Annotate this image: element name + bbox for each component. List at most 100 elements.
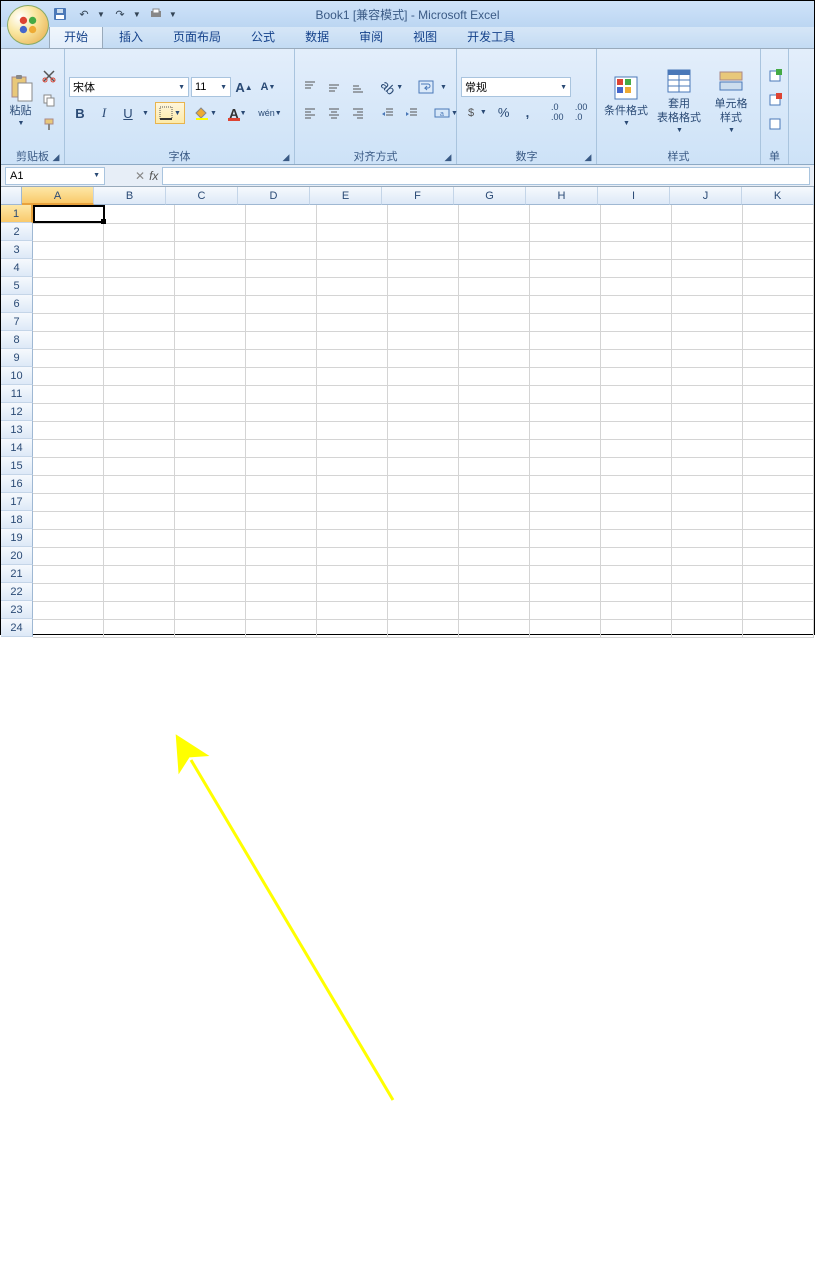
cell[interactable] <box>175 547 246 565</box>
cell[interactable] <box>317 403 388 421</box>
number-launcher[interactable]: ◢ <box>582 151 594 163</box>
cell[interactable] <box>459 277 530 295</box>
cell[interactable] <box>459 601 530 619</box>
cell[interactable] <box>388 439 459 457</box>
row-header[interactable]: 4 <box>1 259 33 277</box>
align-left-icon[interactable] <box>299 102 321 124</box>
cell[interactable] <box>317 331 388 349</box>
cell[interactable] <box>175 295 246 313</box>
cell[interactable] <box>530 529 601 547</box>
cell[interactable] <box>388 349 459 367</box>
cell[interactable] <box>317 619 388 637</box>
align-top-icon[interactable] <box>299 76 321 98</box>
cell[interactable] <box>743 367 814 385</box>
cell[interactable] <box>672 385 743 403</box>
tab-2[interactable]: 页面布局 <box>159 25 235 48</box>
cell[interactable] <box>388 457 459 475</box>
print-preview-icon[interactable] <box>147 5 165 23</box>
tab-0[interactable]: 开始 <box>49 24 103 48</box>
cell[interactable] <box>175 511 246 529</box>
align-middle-icon[interactable] <box>323 76 345 98</box>
cell[interactable] <box>33 547 104 565</box>
phonetic-button[interactable]: wén▼ <box>259 102 281 124</box>
row-header[interactable]: 3 <box>1 241 33 259</box>
cell[interactable] <box>175 619 246 637</box>
align-center-icon[interactable] <box>323 102 345 124</box>
row-header[interactable]: 8 <box>1 331 33 349</box>
cell[interactable] <box>601 601 672 619</box>
cell[interactable] <box>388 205 459 223</box>
cell[interactable] <box>743 547 814 565</box>
cell[interactable] <box>246 331 317 349</box>
percent-button[interactable]: % <box>493 101 515 123</box>
qat-customize-dropdown[interactable]: ▼ <box>169 10 177 19</box>
cell[interactable] <box>33 511 104 529</box>
cell[interactable] <box>317 367 388 385</box>
cell[interactable] <box>459 619 530 637</box>
cell[interactable] <box>672 205 743 223</box>
cell[interactable] <box>530 619 601 637</box>
cell[interactable] <box>317 493 388 511</box>
cell[interactable] <box>175 493 246 511</box>
row-header[interactable]: 7 <box>1 313 33 331</box>
increase-indent-icon[interactable] <box>401 102 423 124</box>
cell[interactable] <box>743 403 814 421</box>
cell[interactable] <box>601 493 672 511</box>
cell[interactable] <box>33 259 104 277</box>
cell[interactable] <box>743 241 814 259</box>
cell[interactable] <box>459 457 530 475</box>
cell[interactable] <box>104 349 175 367</box>
row-header[interactable]: 19 <box>1 529 33 547</box>
cell[interactable] <box>530 547 601 565</box>
cell[interactable] <box>672 493 743 511</box>
cell[interactable] <box>104 259 175 277</box>
cell[interactable] <box>601 241 672 259</box>
cell[interactable] <box>33 475 104 493</box>
cell[interactable] <box>246 583 317 601</box>
cell[interactable] <box>601 457 672 475</box>
row-header[interactable]: 22 <box>1 583 33 601</box>
comma-button[interactable]: , <box>517 101 539 123</box>
cell[interactable] <box>459 583 530 601</box>
cell[interactable] <box>601 421 672 439</box>
cell[interactable] <box>388 259 459 277</box>
cell[interactable] <box>104 331 175 349</box>
cell[interactable] <box>601 529 672 547</box>
font-size-combo[interactable]: 11▼ <box>191 77 231 97</box>
orientation-button[interactable]: ab▼ <box>377 76 407 98</box>
cell[interactable] <box>743 313 814 331</box>
borders-button[interactable]: ▼ <box>155 102 185 124</box>
cell[interactable] <box>459 367 530 385</box>
cell[interactable] <box>175 313 246 331</box>
cell[interactable] <box>104 601 175 619</box>
row-header[interactable]: 10 <box>1 367 33 385</box>
cell[interactable] <box>246 529 317 547</box>
cell[interactable] <box>175 385 246 403</box>
cell[interactable] <box>33 205 104 223</box>
cell[interactable] <box>175 421 246 439</box>
cell[interactable] <box>246 259 317 277</box>
cell[interactable] <box>388 547 459 565</box>
cell[interactable] <box>743 205 814 223</box>
cell[interactable] <box>601 295 672 313</box>
cell[interactable] <box>388 583 459 601</box>
cell[interactable] <box>175 223 246 241</box>
row-header[interactable]: 2 <box>1 223 33 241</box>
cell[interactable] <box>104 367 175 385</box>
cell[interactable] <box>175 367 246 385</box>
cell[interactable] <box>388 331 459 349</box>
cell[interactable] <box>672 565 743 583</box>
cell[interactable] <box>672 583 743 601</box>
cell[interactable] <box>33 583 104 601</box>
cell[interactable] <box>530 367 601 385</box>
cell[interactable] <box>33 619 104 637</box>
cell[interactable] <box>530 565 601 583</box>
conditional-formatting-button[interactable]: 条件格式▼ <box>601 52 651 148</box>
cell[interactable] <box>530 403 601 421</box>
cell-area[interactable] <box>33 205 814 638</box>
cell[interactable] <box>317 547 388 565</box>
cell[interactable] <box>530 331 601 349</box>
cell[interactable] <box>388 421 459 439</box>
cell[interactable] <box>388 475 459 493</box>
cell[interactable] <box>743 259 814 277</box>
